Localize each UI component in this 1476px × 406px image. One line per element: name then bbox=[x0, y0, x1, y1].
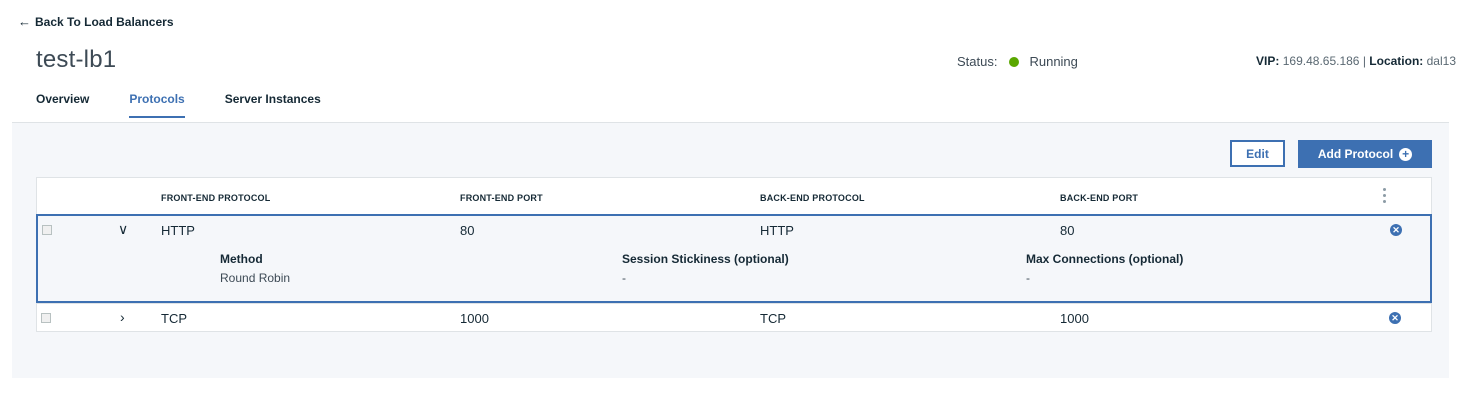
back-link-label: Back To Load Balancers bbox=[35, 14, 174, 29]
header-back-end-protocol: BACK-END PROTOCOL bbox=[760, 193, 865, 203]
cell-front-end-port: 80 bbox=[460, 223, 475, 238]
remove-circle-icon[interactable]: ✕ bbox=[1390, 224, 1402, 236]
cell-back-end-protocol: HTTP bbox=[760, 223, 794, 238]
vip-value: 169.48.65.186 bbox=[1282, 54, 1360, 68]
cell-front-end-protocol: TCP bbox=[161, 311, 187, 326]
row-checkbox[interactable] bbox=[42, 225, 52, 235]
tab-overview[interactable]: Overview bbox=[36, 92, 89, 118]
status-value: Running bbox=[1029, 54, 1078, 69]
status-dot-icon bbox=[1009, 56, 1020, 67]
back-to-load-balancers-link[interactable]: ← Back To Load Balancers bbox=[18, 14, 174, 29]
plus-circle-icon: + bbox=[1399, 147, 1413, 161]
location-value: dal13 bbox=[1426, 54, 1456, 68]
status-indicator: Status: Running bbox=[957, 54, 1078, 69]
header-back-end-port: BACK-END PORT bbox=[1060, 193, 1139, 203]
arrow-left-icon: ← bbox=[18, 14, 31, 29]
table-row: › TCP 1000 TCP 1000 ✕ bbox=[37, 303, 1431, 331]
protocols-table: FRONT-END PROTOCOL FRONT-END PORT BACK-E… bbox=[36, 177, 1432, 332]
table-row: ∨ HTTP 80 HTTP 80 ✕ Method Round Robin S… bbox=[36, 214, 1432, 303]
chevron-down-icon[interactable]: ∨ bbox=[118, 221, 128, 238]
vip-location-info: VIP: 169.48.65.186 | Location: dal13 bbox=[1256, 54, 1456, 68]
method-label: Method bbox=[220, 252, 263, 266]
tab-protocols[interactable]: Protocols bbox=[129, 92, 185, 118]
table-header: FRONT-END PROTOCOL FRONT-END PORT BACK-E… bbox=[37, 178, 1431, 214]
page-title: test-lb1 bbox=[36, 46, 117, 73]
session-stickiness-value: - bbox=[622, 271, 626, 285]
status-label: Status: bbox=[957, 54, 998, 69]
cell-back-end-port: 80 bbox=[1060, 223, 1075, 238]
max-connections-value: - bbox=[1026, 271, 1030, 285]
cell-back-end-port: 1000 bbox=[1060, 311, 1089, 326]
header-front-end-port: FRONT-END PORT bbox=[460, 193, 543, 203]
cell-front-end-port: 1000 bbox=[460, 311, 489, 326]
session-stickiness-label: Session Stickiness (optional) bbox=[622, 252, 789, 266]
chevron-right-icon[interactable]: › bbox=[120, 309, 125, 325]
info-separator: | bbox=[1359, 54, 1370, 68]
method-value: Round Robin bbox=[220, 271, 291, 285]
remove-circle-icon[interactable]: ✕ bbox=[1389, 312, 1401, 324]
tab-server-instances[interactable]: Server Instances bbox=[225, 92, 321, 118]
location-label: Location: bbox=[1369, 54, 1424, 68]
add-protocol-label: Add Protocol bbox=[1317, 147, 1394, 161]
vip-label: VIP: bbox=[1256, 54, 1280, 68]
add-protocol-button[interactable]: Add Protocol + bbox=[1298, 140, 1432, 168]
overflow-menu-icon[interactable] bbox=[1379, 186, 1389, 206]
max-connections-label: Max Connections (optional) bbox=[1026, 252, 1184, 266]
tab-bar: Overview Protocols Server Instances bbox=[36, 92, 361, 118]
cell-back-end-protocol: TCP bbox=[760, 311, 786, 326]
protocols-panel: Edit Add Protocol + FRONT-END PROTOCOL F… bbox=[12, 122, 1449, 378]
header-front-end-protocol: FRONT-END PROTOCOL bbox=[161, 193, 271, 203]
row-checkbox[interactable] bbox=[41, 313, 51, 323]
edit-button[interactable]: Edit bbox=[1230, 140, 1285, 167]
cell-front-end-protocol: HTTP bbox=[161, 223, 195, 238]
